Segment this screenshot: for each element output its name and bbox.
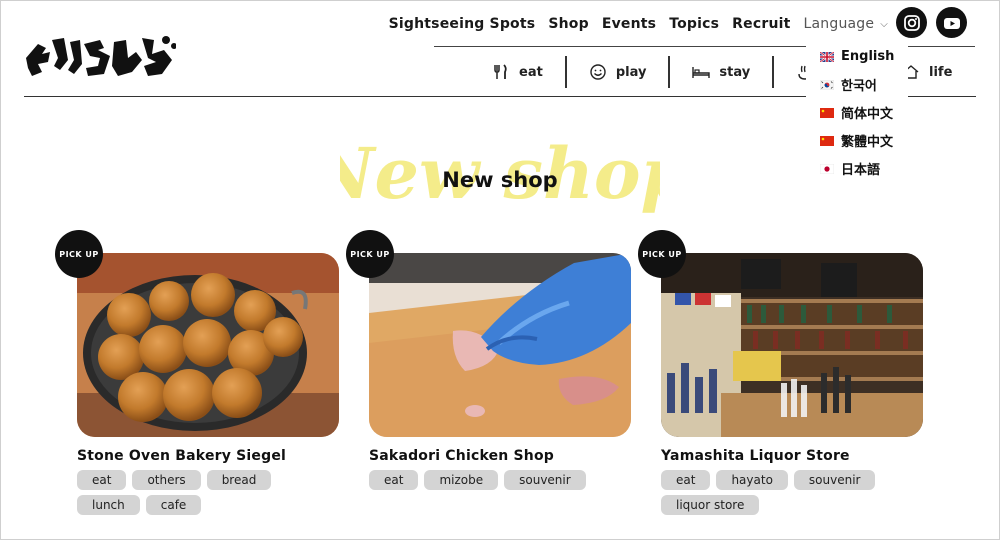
category-stay-label: stay <box>719 64 751 80</box>
korea-flag-icon <box>819 79 835 91</box>
language-option-label: 繁體中文 <box>841 134 894 150</box>
category-eat[interactable]: eat <box>470 56 565 88</box>
category-play[interactable]: play <box>564 56 669 88</box>
tag-chip[interactable]: hayato <box>716 470 788 490</box>
shop-name[interactable]: Yamashita Liquor Store <box>661 448 923 464</box>
nav-link-sightseeing-spots[interactable]: Sightseeing Spots <box>389 16 536 32</box>
shop-card[interactable]: Sakadori Chicken Shop eat mizobe souveni… <box>369 253 631 490</box>
language-selector-label: Language <box>803 16 875 32</box>
tag-chip[interactable]: mizobe <box>424 470 499 490</box>
language-option-english[interactable]: English <box>806 42 908 70</box>
uk-flag-icon <box>819 51 835 63</box>
site-logo[interactable] <box>24 30 176 80</box>
nav-link-shop[interactable]: Shop <box>548 16 589 32</box>
shop-card[interactable]: Yamashita Liquor Store eat hayato souven… <box>661 253 923 515</box>
smile-icon <box>590 64 606 80</box>
tag-chip[interactable]: eat <box>369 470 419 490</box>
pick-up-badge: PICK UP <box>638 230 686 278</box>
chevron-down-icon: ⌵ <box>880 18 888 30</box>
language-option-label: 简体中文 <box>841 106 894 122</box>
category-life[interactable]: life <box>902 63 952 81</box>
tag-chip[interactable]: cafe <box>145 495 202 515</box>
tag-chip[interactable]: souvenir <box>793 470 876 490</box>
nav-link-recruit[interactable]: Recruit <box>732 16 790 32</box>
language-selector[interactable]: Language ⌵ <box>804 16 888 32</box>
category-stay[interactable]: stay <box>668 56 772 88</box>
top-nav: Sightseeing Spots Shop Events Topics Rec… <box>376 13 888 35</box>
nav-link-events[interactable]: Events <box>602 16 656 32</box>
shop-image[interactable] <box>661 253 923 437</box>
tag-chip[interactable]: lunch <box>77 495 140 515</box>
language-option-traditional-chinese[interactable]: 繁體中文 <box>806 126 908 154</box>
tag-list: eat others bread lunch cafe <box>77 470 339 515</box>
language-option-label: English <box>841 48 895 64</box>
shop-name[interactable]: Stone Oven Bakery Siegel <box>77 448 339 464</box>
language-menu: English 한국어 简体中文 繁體中文 日本語 <box>806 38 908 182</box>
language-option-label: 한국어 <box>841 78 877 94</box>
language-option-simplified-chinese[interactable]: 简体中文 <box>806 98 908 126</box>
youtube-icon[interactable] <box>936 7 967 38</box>
category-eat-label: eat <box>519 64 543 80</box>
shop-name[interactable]: Sakadori Chicken Shop <box>369 448 631 464</box>
tag-chip[interactable]: eat <box>661 470 711 490</box>
tag-chip[interactable]: eat <box>77 470 127 490</box>
shop-card[interactable]: Stone Oven Bakery Siegel eat others brea… <box>77 253 339 515</box>
tag-chip[interactable]: souvenir <box>504 470 586 490</box>
china-flag-icon <box>820 135 834 146</box>
pick-up-badge: PICK UP <box>346 230 394 278</box>
tag-chip[interactable]: others <box>132 470 201 490</box>
pick-up-badge: PICK UP <box>55 230 103 278</box>
tag-list: eat mizobe souvenir <box>369 470 631 490</box>
category-play-label: play <box>615 64 647 80</box>
china-flag-icon <box>820 107 834 118</box>
tag-chip[interactable]: bread <box>206 470 272 490</box>
language-option-korean[interactable]: 한국어 <box>806 70 908 98</box>
tag-chip[interactable]: liquor store <box>661 495 760 515</box>
nav-link-topics[interactable]: Topics <box>669 16 719 32</box>
instagram-icon[interactable] <box>896 7 927 38</box>
shop-image[interactable] <box>77 253 339 437</box>
shop-image[interactable] <box>369 253 631 437</box>
tag-list: eat hayato souvenir liquor store <box>661 470 923 515</box>
bed-icon <box>692 67 711 78</box>
category-bar: eat play stay <box>470 56 836 88</box>
category-life-label: life <box>929 64 953 80</box>
fork-knife-icon <box>494 64 507 79</box>
section-heading: New shop <box>442 168 558 192</box>
